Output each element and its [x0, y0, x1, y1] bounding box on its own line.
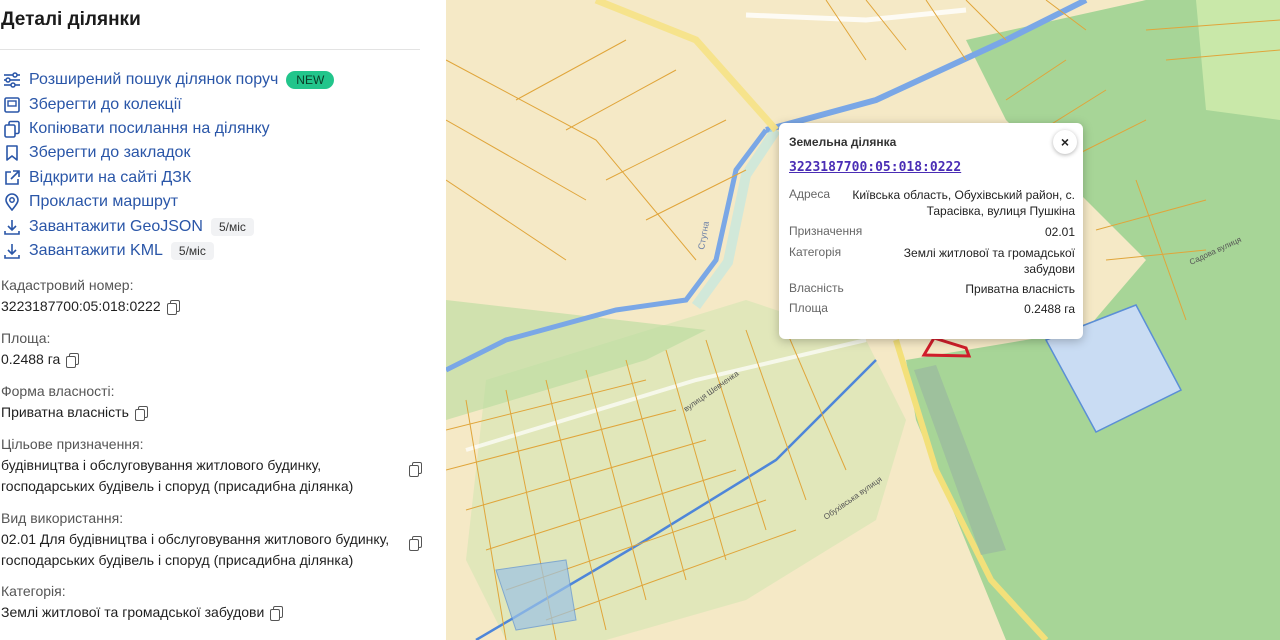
field-label: Цільове призначення: — [1, 436, 144, 452]
limit-badge: 5/міс — [170, 241, 214, 260]
panel-title: Деталі ділянки — [1, 9, 141, 30]
action-label: Розширений пошук ділянок поруч — [29, 71, 279, 89]
popup-row-key: Призначення — [789, 224, 863, 238]
action-label: Завантажити GeoJSON — [29, 217, 203, 235]
copy-icon[interactable] — [166, 300, 180, 315]
build-route-link[interactable]: Прокласти маршрут — [0, 190, 420, 214]
cadastral-number-link[interactable]: 3223187700:05:018:0222 — [789, 160, 961, 175]
popup-row-key: Власність — [789, 281, 844, 295]
copy-parcel-link-link[interactable]: Копіювати посилання на ділянку — [0, 117, 420, 141]
download-icon — [3, 217, 25, 237]
purpose-value-line: господарських будівель і споруд (присади… — [1, 478, 354, 494]
category-field: Категорія: Землі житлової та громадської… — [1, 583, 421, 623]
copy-icon[interactable] — [409, 536, 422, 551]
close-button[interactable]: × — [1053, 130, 1077, 154]
popup-row-value: Київська область, Обухівський район, с. … — [852, 188, 1075, 218]
limit-badge: 5/міс — [210, 217, 254, 236]
popup-row-category: Категорія Землі житлової та громадської … — [789, 245, 1075, 277]
parcel-details-panel: Деталі ділянки Розширений пошук ділянок … — [0, 0, 446, 640]
download-geojson-link[interactable]: Завантажити GeoJSON 5/міс — [0, 214, 420, 238]
copy-icon[interactable] — [270, 606, 284, 621]
collection-icon — [3, 95, 25, 115]
usage-field: Вид використання: 02.01 Для будівництва … — [1, 510, 422, 571]
divider — [0, 49, 420, 50]
open-on-dzk-link[interactable]: Відкрити на сайті ДЗК — [0, 166, 420, 190]
parcel-popup: Земельна ділянка × 3223187700:05:018:022… — [779, 123, 1083, 339]
action-label: Прокласти маршрут — [29, 193, 179, 211]
popup-row-value: 0.2488 га — [1024, 302, 1075, 316]
download-icon — [3, 241, 25, 261]
popup-title: Земельна ділянка — [789, 135, 897, 149]
field-label: Площа: — [1, 330, 51, 346]
category-value: Землі житлової та громадської забудови — [1, 604, 265, 620]
bookmark-icon — [3, 143, 25, 163]
popup-row-key: Категорія — [789, 245, 842, 259]
action-label: Копіювати посилання на ділянку — [29, 119, 270, 137]
copy-link-icon — [3, 119, 25, 139]
popup-row-area: Площа 0.2488 га — [789, 301, 1075, 317]
purpose-value-line: будівництва і обслуговування житлового б… — [1, 457, 322, 473]
action-label: Відкрити на сайті ДЗК — [29, 168, 192, 186]
popup-row-ownership: Власність Приватна власність — [789, 281, 1075, 297]
popup-row-value: Приватна власність — [965, 282, 1075, 296]
advanced-search-nearby-link[interactable]: Розширений пошук ділянок поруч NEW — [0, 68, 420, 92]
field-label: Категорія: — [1, 583, 66, 599]
copy-icon[interactable] — [66, 353, 80, 368]
popup-row-key: Площа — [789, 301, 828, 315]
save-to-bookmarks-link[interactable]: Зберегти до закладок — [0, 141, 420, 165]
field-label: Форма власності: — [1, 383, 115, 399]
ownership-value: Приватна власність — [1, 404, 129, 420]
filter-sliders-icon — [3, 70, 25, 90]
field-area — [1196, 0, 1280, 120]
usage-value-line: господарських будівель і споруд (присади… — [1, 552, 354, 568]
popup-row-value: Землі житлової та громадської забудови — [903, 246, 1075, 276]
cadastral-number-value: 3223187700:05:018:0222 — [1, 298, 161, 314]
location-pin-icon — [3, 192, 25, 212]
popup-row-key: Адреса — [789, 187, 831, 201]
new-badge: NEW — [286, 71, 335, 90]
field-label: Вид використання: — [1, 510, 124, 526]
area-field: Площа: 0.2488 га — [1, 330, 421, 370]
copy-icon[interactable] — [134, 406, 148, 421]
popup-row-purpose: Призначення 02.01 — [789, 224, 1075, 240]
purpose-field: Цільове призначення: будівництва і обслу… — [1, 436, 422, 497]
save-to-collection-link[interactable]: Зберегти до колекції — [0, 92, 420, 116]
actions-list: Розширений пошук ділянок поруч NEW Збере… — [0, 68, 420, 263]
usage-value-line: 02.01 Для будівництва і обслуговування ж… — [1, 531, 390, 547]
popup-row-address: Адреса Київська область, Обухівський рай… — [789, 187, 1075, 219]
cadastral-number-field: Кадастровий номер: 3223187700:05:018:022… — [1, 277, 421, 317]
ownership-field: Форма власності: Приватна власність — [1, 383, 421, 423]
field-label: Кадастровий номер: — [1, 277, 134, 293]
copy-icon[interactable] — [409, 462, 422, 477]
action-label: Зберегти до колекції — [29, 95, 182, 113]
popup-row-value: 02.01 — [1044, 225, 1075, 239]
download-kml-link[interactable]: Завантажити KML 5/міс — [0, 239, 420, 263]
action-label: Завантажити KML — [29, 241, 163, 259]
area-value: 0.2488 га — [1, 351, 61, 367]
action-label: Зберегти до закладок — [29, 144, 191, 162]
external-link-icon — [3, 168, 25, 188]
